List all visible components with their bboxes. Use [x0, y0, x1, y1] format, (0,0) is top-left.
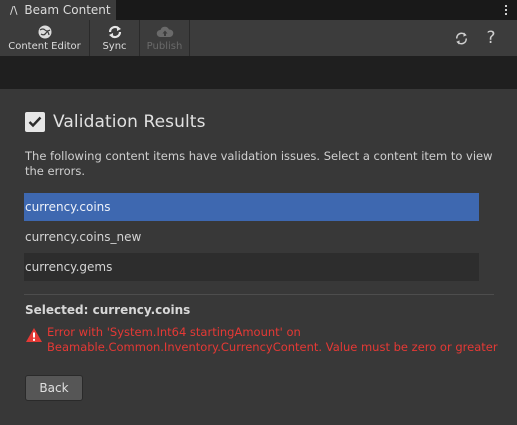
more-options-icon[interactable]: [501, 2, 511, 18]
sync-button[interactable]: Sync: [90, 20, 140, 56]
selected-item-label: Selected: currency.coins: [25, 303, 191, 317]
list-item-label: currency.coins_new: [25, 230, 142, 244]
tab-beam-content[interactable]: /\ Beam Content: [0, 0, 116, 20]
globe-icon: [37, 23, 53, 40]
list-item[interactable]: currency.gems: [24, 253, 479, 281]
window-tab-bar: /\ Beam Content: [0, 0, 517, 20]
list-item-label: currency.coins: [25, 200, 111, 214]
validation-checkbox[interactable]: [25, 112, 45, 132]
sync-icon: [107, 23, 123, 40]
checkmark-icon: [28, 116, 42, 128]
refresh-icon[interactable]: [452, 28, 470, 48]
beamable-logo-icon: /\: [10, 3, 18, 17]
validation-title: Validation Results: [53, 112, 206, 132]
warning-icon: [26, 328, 42, 342]
validation-description: The following content items have validat…: [25, 149, 493, 178]
publish-label: Publish: [146, 41, 183, 52]
error-message: Error with 'System.Int64 startingAmount'…: [25, 325, 505, 355]
tab-title: Beam Content: [24, 3, 111, 17]
toolbar: Content Editor Sync Publish ?: [0, 20, 517, 56]
content-editor-button[interactable]: Content Editor: [0, 20, 90, 56]
list-item[interactable]: currency.coins: [24, 193, 479, 221]
list-item[interactable]: currency.coins_new: [24, 223, 479, 251]
validation-header: Validation Results: [25, 111, 206, 133]
content-item-list: currency.coins currency.coins_new curren…: [24, 193, 479, 283]
content-editor-label: Content Editor: [8, 41, 81, 52]
divider: [24, 294, 494, 295]
cloud-upload-icon: [156, 23, 174, 40]
header-strip: [0, 56, 517, 89]
sync-label: Sync: [102, 41, 127, 52]
publish-button[interactable]: Publish: [140, 20, 190, 56]
error-text: Error with 'System.Int64 startingAmount'…: [47, 325, 498, 354]
list-item-label: currency.gems: [25, 260, 113, 274]
help-icon[interactable]: ?: [482, 28, 500, 48]
back-button[interactable]: Back: [25, 375, 83, 401]
